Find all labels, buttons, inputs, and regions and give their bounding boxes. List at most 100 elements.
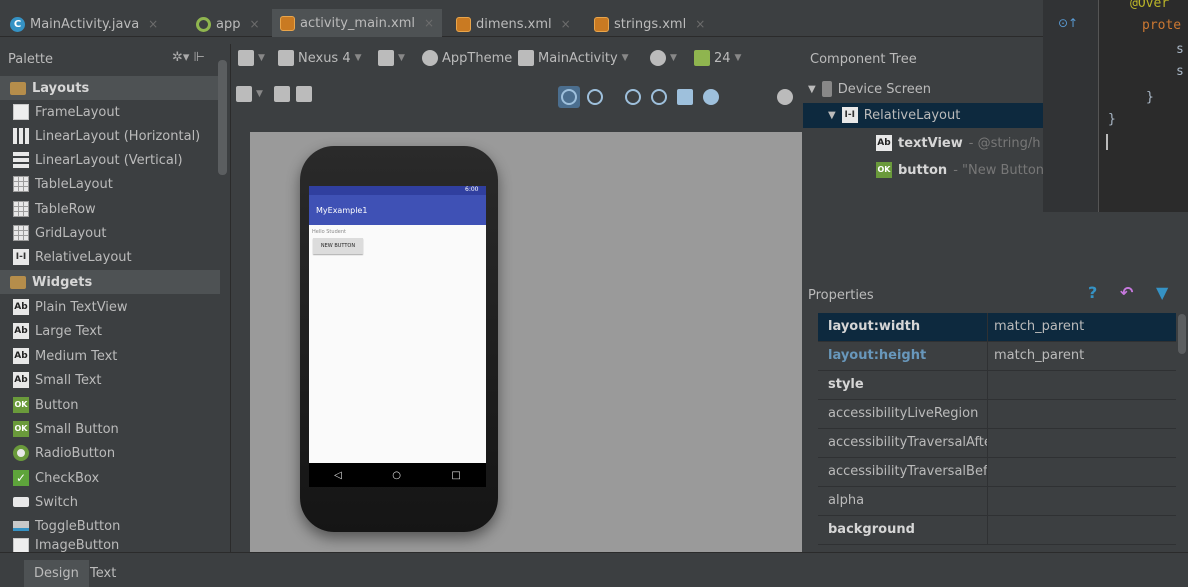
palette-settings-icon[interactable]: ✲▾ ⊩ — [172, 50, 205, 65]
device-selector[interactable]: Nexus 4 ▼ — [278, 50, 362, 66]
palette-item-linearlayout-horizontal[interactable]: LinearLayout (Horizontal) — [0, 124, 220, 148]
property-key: style — [818, 371, 988, 399]
palette-item-tablerow[interactable]: TableRow — [0, 197, 220, 221]
property-value[interactable]: match_parent — [988, 342, 1084, 370]
property-row-layout-width[interactable]: layout:width match_parent — [818, 313, 1176, 342]
bottom-tab-bar — [0, 552, 1188, 587]
relative-layout-icon: I-I — [841, 107, 858, 123]
tree-node-relativelayout[interactable]: ▼ I-I RelativeLayout — [828, 103, 960, 127]
expand-vertical-icon — [296, 86, 312, 102]
property-value[interactable]: match_parent — [988, 313, 1084, 341]
palette-item-linearlayout-vertical[interactable]: LinearLayout (Vertical) — [0, 148, 220, 172]
property-value[interactable] — [988, 400, 994, 428]
close-tab-icon[interactable]: × — [424, 16, 434, 30]
close-tab-icon[interactable]: × — [148, 17, 158, 31]
filter-icon[interactable]: ▼ — [1156, 283, 1168, 302]
properties-scrollbar[interactable] — [1178, 314, 1186, 354]
tree-node-label: textView — [898, 135, 963, 151]
device-icon — [821, 81, 832, 97]
tab-label: activity_main.xml — [300, 15, 416, 31]
close-tab-icon[interactable]: × — [695, 17, 705, 31]
palette-item-large-text[interactable]: Ab Large Text — [0, 319, 220, 343]
tab-dimens-xml[interactable]: dimens.xml × — [456, 11, 571, 37]
property-row-style[interactable]: style — [818, 371, 1176, 400]
zoom-in-button[interactable] — [622, 86, 644, 108]
palette-item-imagebutton[interactable]: ImageButton — [0, 538, 220, 552]
palette-item-radiobutton[interactable]: RadioButton — [0, 441, 220, 465]
expand-horizontal-icon — [274, 86, 290, 102]
override-marker-icon[interactable]: ⊙↑ — [1058, 16, 1078, 30]
xml-file-icon — [280, 15, 295, 31]
property-value[interactable] — [988, 371, 994, 399]
back-icon: ◁ — [334, 469, 342, 481]
property-row-accessibility-live-region[interactable]: accessibilityLiveRegion — [818, 400, 1176, 429]
device-screen[interactable] — [309, 186, 486, 463]
code-line: @Over — [1130, 0, 1170, 11]
palette-item-gridlayout[interactable]: GridLayout — [0, 221, 220, 245]
property-row-accessibility-traversal-before[interactable]: accessibilityTraversalBefc — [818, 458, 1176, 487]
hello-text-view[interactable]: Hello Student — [312, 229, 346, 235]
orientation-selector[interactable]: ▼ — [378, 50, 405, 66]
palette-item-button[interactable]: OK Button — [0, 393, 220, 417]
property-value[interactable] — [988, 458, 994, 486]
palette-title: Palette — [8, 52, 54, 67]
tree-node-device-screen[interactable]: ▼ Device Screen — [808, 77, 931, 101]
refresh-button[interactable] — [700, 86, 722, 108]
tab-activity-main-xml[interactable]: activity_main.xml × — [272, 9, 443, 37]
xml-file-icon — [456, 16, 471, 32]
close-tab-icon[interactable]: × — [249, 17, 259, 31]
expand-vertical-button[interactable] — [296, 86, 312, 102]
help-icon[interactable]: ? — [1088, 283, 1097, 302]
property-row-layout-height[interactable]: layout:height match_parent — [818, 342, 1176, 371]
property-value[interactable] — [988, 429, 994, 457]
palette-group-layouts[interactable]: Layouts — [0, 76, 220, 100]
expand-horizontal-button[interactable] — [274, 86, 290, 102]
palette-item-small-text[interactable]: Ab Small Text — [0, 368, 220, 392]
locale-selector[interactable]: ▼ — [650, 50, 677, 66]
property-row-alpha[interactable]: alpha — [818, 487, 1176, 516]
gear-icon — [777, 89, 793, 105]
activity-selector[interactable]: MainActivity ▼ — [518, 50, 629, 66]
property-value[interactable] — [988, 516, 994, 544]
design-surface-button[interactable]: ▼ — [238, 50, 265, 66]
property-row-accessibility-traversal-after[interactable]: accessibilityTraversalAfte — [818, 429, 1176, 458]
palette-group-widgets[interactable]: Widgets — [0, 270, 220, 294]
property-value[interactable] — [988, 487, 994, 515]
palette-item-medium-text[interactable]: Ab Medium Text — [0, 344, 220, 368]
actual-size-button[interactable] — [584, 86, 606, 108]
zoom-out-button[interactable] — [648, 86, 670, 108]
palette-item-switch[interactable]: Switch — [0, 490, 220, 514]
zoom-to-fit-button[interactable] — [558, 86, 580, 108]
close-tab-icon[interactable]: × — [561, 17, 571, 31]
palette-item-checkbox[interactable]: ✓ CheckBox — [0, 466, 220, 490]
preview-new-button[interactable]: NEW BUTTON — [313, 238, 363, 254]
java-class-icon: C — [10, 16, 25, 32]
palette-item-small-button[interactable]: OK Small Button — [0, 417, 220, 441]
tree-node-button[interactable]: OK button - "New Button — [876, 158, 1043, 182]
palette-item-framelayout[interactable]: FrameLayout — [0, 100, 220, 124]
palette-item-togglebutton[interactable]: ToggleButton — [0, 514, 220, 538]
settings-button[interactable] — [774, 86, 796, 108]
screenshot-button[interactable] — [674, 86, 696, 108]
api-level-selector[interactable]: 24 ▼ — [694, 50, 741, 66]
dropdown-caret-icon: ▼ — [670, 53, 677, 63]
tab-text[interactable]: Text — [80, 560, 126, 587]
palette-item-relativelayout[interactable]: I-I RelativeLayout — [0, 245, 220, 269]
undo-icon[interactable]: ↶ — [1120, 283, 1133, 302]
property-row-background[interactable]: background — [818, 516, 1176, 545]
theme-selector[interactable]: AppTheme — [422, 50, 512, 66]
palette-item-tablelayout[interactable]: TableLayout — [0, 172, 220, 196]
palette-scrollbar[interactable] — [218, 60, 227, 175]
tab-mainactivity-java[interactable]: C MainActivity.java × — [10, 11, 158, 37]
palette-item-plain-textview[interactable]: Ab Plain TextView — [0, 295, 220, 319]
tab-strings-xml[interactable]: strings.xml × — [594, 11, 705, 37]
refresh-icon — [703, 89, 719, 105]
text-view-icon: Ab — [13, 348, 29, 364]
tree-node-textview[interactable]: Ab textView - @string/h — [876, 131, 1043, 155]
dropdown-caret-icon: ▼ — [398, 53, 405, 63]
zoom-fit-button[interactable]: ▼ — [236, 86, 263, 102]
palette-item-label: RelativeLayout — [35, 249, 132, 265]
tab-app[interactable]: app × — [196, 11, 260, 37]
folder-icon — [10, 81, 26, 95]
property-key: alpha — [818, 487, 988, 515]
